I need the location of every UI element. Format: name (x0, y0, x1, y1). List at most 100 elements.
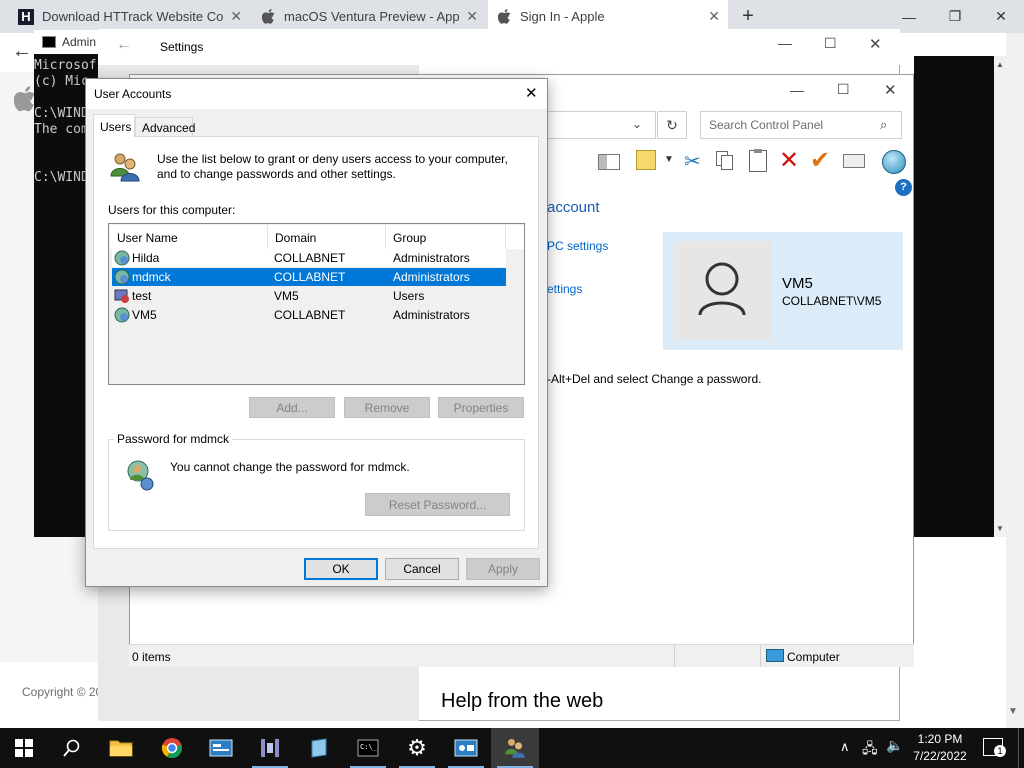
user-password-icon (123, 458, 157, 492)
close-tab-icon[interactable]: ✕ (708, 8, 720, 25)
user-row[interactable]: Hilda COLLABNET Administrators (112, 249, 506, 267)
apple-icon (496, 9, 512, 25)
show-desktop-button[interactable] (1018, 728, 1024, 768)
properties-folder-icon[interactable] (636, 150, 656, 170)
httrack-taskbar-icon[interactable] (246, 728, 294, 768)
copy-icon[interactable] (716, 151, 734, 171)
notification-count-badge: 1 (994, 745, 1006, 757)
user-group-cell: Administrators (393, 270, 470, 284)
user-name-cell: Hilda (132, 251, 160, 265)
close-tab-icon[interactable]: ✕ (466, 8, 478, 25)
user-row[interactable]: VM5 COLLABNET Administrators (112, 306, 506, 324)
status-bar: 0 items Computer (129, 644, 914, 667)
back-arrow-icon[interactable]: ← (116, 36, 132, 54)
status-location: Computer (787, 650, 840, 664)
svg-text:C:\_: C:\_ (360, 743, 378, 751)
paste-icon[interactable] (749, 149, 767, 172)
user-accounts-taskbar-icon[interactable] (491, 728, 539, 768)
user-domain-cell: COLLABNET (274, 251, 346, 265)
notepad-icon[interactable] (295, 728, 343, 768)
maximize-icon[interactable]: ☐ (824, 35, 837, 52)
start-button[interactable] (0, 728, 48, 768)
delete-icon[interactable]: ✕ (779, 146, 799, 175)
control-panel-taskbar-icon[interactable] (197, 728, 245, 768)
tab-title: Sign In - Apple (520, 9, 605, 24)
tray-clock[interactable]: 1:20 PM 7/22/2022 (910, 731, 970, 765)
tab-advanced[interactable]: Advanced (135, 117, 195, 137)
control-panel-running-icon[interactable] (442, 728, 490, 768)
remove-button[interactable]: Remove (344, 397, 430, 418)
search-icon[interactable]: ⌕ (880, 117, 887, 133)
rename-icon[interactable] (843, 154, 865, 168)
chevron-down-icon[interactable]: ▼ (664, 154, 674, 165)
dialog-title: User Accounts (94, 87, 172, 101)
reset-password-button[interactable]: Reset Password... (365, 493, 510, 516)
restore-icon[interactable]: ❐ (932, 0, 978, 33)
ctrl-alt-del-text: -Alt+Del and select Change a password. (547, 372, 762, 386)
close-tab-icon[interactable]: ✕ (230, 8, 242, 25)
domain-user-icon (114, 269, 130, 285)
settings-link[interactable]: ettings (547, 282, 582, 296)
scroll-down-icon[interactable]: ▼ (996, 524, 1004, 533)
back-arrow-icon[interactable]: ← (12, 40, 32, 63)
maximize-icon[interactable]: ☐ (837, 81, 850, 98)
settings-titlebar: ← Settings — ☐ ✕ (98, 29, 900, 65)
close-icon[interactable]: ✕ (884, 81, 897, 99)
minimize-icon[interactable]: — (790, 82, 804, 98)
user-row-selected[interactable]: mdmck COLLABNET Administrators (112, 268, 506, 286)
copyright-text: Copyright © 20 (22, 685, 103, 699)
minimize-icon[interactable]: — (778, 35, 792, 51)
cmd-taskbar-icon[interactable]: C:\_ (344, 728, 392, 768)
properties-button[interactable]: Properties (438, 397, 524, 418)
scroll-down-icon[interactable]: ▼ (1008, 706, 1018, 717)
close-icon[interactable]: ✕ (978, 0, 1024, 33)
ok-button[interactable]: OK (304, 558, 378, 580)
chrome-icon[interactable] (148, 728, 196, 768)
search-input[interactable]: Search Control Panel (700, 111, 902, 139)
user-card-name: VM5 (782, 275, 813, 292)
apply-button[interactable]: Apply (466, 558, 540, 580)
network-icon[interactable]: 🖧 (862, 738, 878, 762)
user-group-cell: Administrators (393, 251, 470, 265)
checkmark-icon[interactable]: ✔ (810, 146, 830, 175)
tray-chevron-up-icon[interactable]: ∧ (840, 739, 850, 755)
column-header-filler (506, 225, 524, 249)
tab-users[interactable]: Users (93, 114, 135, 137)
pc-settings-link[interactable]: PC settings (547, 239, 608, 253)
column-header-user-name[interactable]: User Name (110, 225, 268, 249)
tab-title: Download HTTrack Website Copi (42, 9, 225, 24)
layout-pane-icon[interactable] (598, 154, 620, 170)
cancel-button[interactable]: Cancel (385, 558, 459, 580)
globe-icon[interactable] (882, 150, 906, 174)
notification-center-icon[interactable]: 1 (983, 738, 1006, 757)
help-icon[interactable]: ? (895, 179, 912, 196)
scroll-up-icon[interactable]: ▲ (996, 60, 1004, 69)
clock-date: 7/22/2022 (913, 749, 967, 763)
password-group-label: Password for mdmck (114, 432, 233, 446)
settings-title: Settings (160, 40, 204, 54)
settings-gear-icon[interactable]: ⚙ (393, 728, 441, 768)
apple-logo-icon (13, 86, 36, 115)
page-scrollbar[interactable] (1006, 33, 1024, 728)
volume-icon[interactable]: 🔈 (886, 737, 903, 754)
chevron-down-icon[interactable]: ⌄ (632, 117, 642, 131)
add-button[interactable]: Add... (249, 397, 335, 418)
status-divider (760, 645, 761, 667)
domain-user-icon (114, 307, 130, 323)
refresh-icon[interactable]: ↻ (657, 111, 687, 139)
user-domain-cell: VM5 (274, 289, 299, 303)
account-heading-fragment[interactable]: account (547, 199, 600, 216)
file-explorer-icon[interactable] (97, 728, 145, 768)
column-header-domain[interactable]: Domain (268, 225, 386, 249)
column-header-group[interactable]: Group (386, 225, 506, 249)
close-icon[interactable]: ✕ (869, 35, 882, 53)
tab-title: macOS Ventura Preview - Apple (284, 9, 461, 24)
user-accounts-titlebar: User Accounts ✕ (86, 79, 547, 109)
cmd-scrollbar[interactable] (994, 56, 1006, 537)
clock-time: 1:20 PM (917, 732, 963, 746)
close-icon[interactable]: ✕ (525, 84, 538, 102)
cut-icon[interactable]: ✂ (684, 149, 701, 174)
httrack-icon: H (18, 8, 34, 25)
search-icon[interactable] (48, 728, 96, 768)
user-row[interactable]: test VM5 Users (112, 287, 506, 305)
